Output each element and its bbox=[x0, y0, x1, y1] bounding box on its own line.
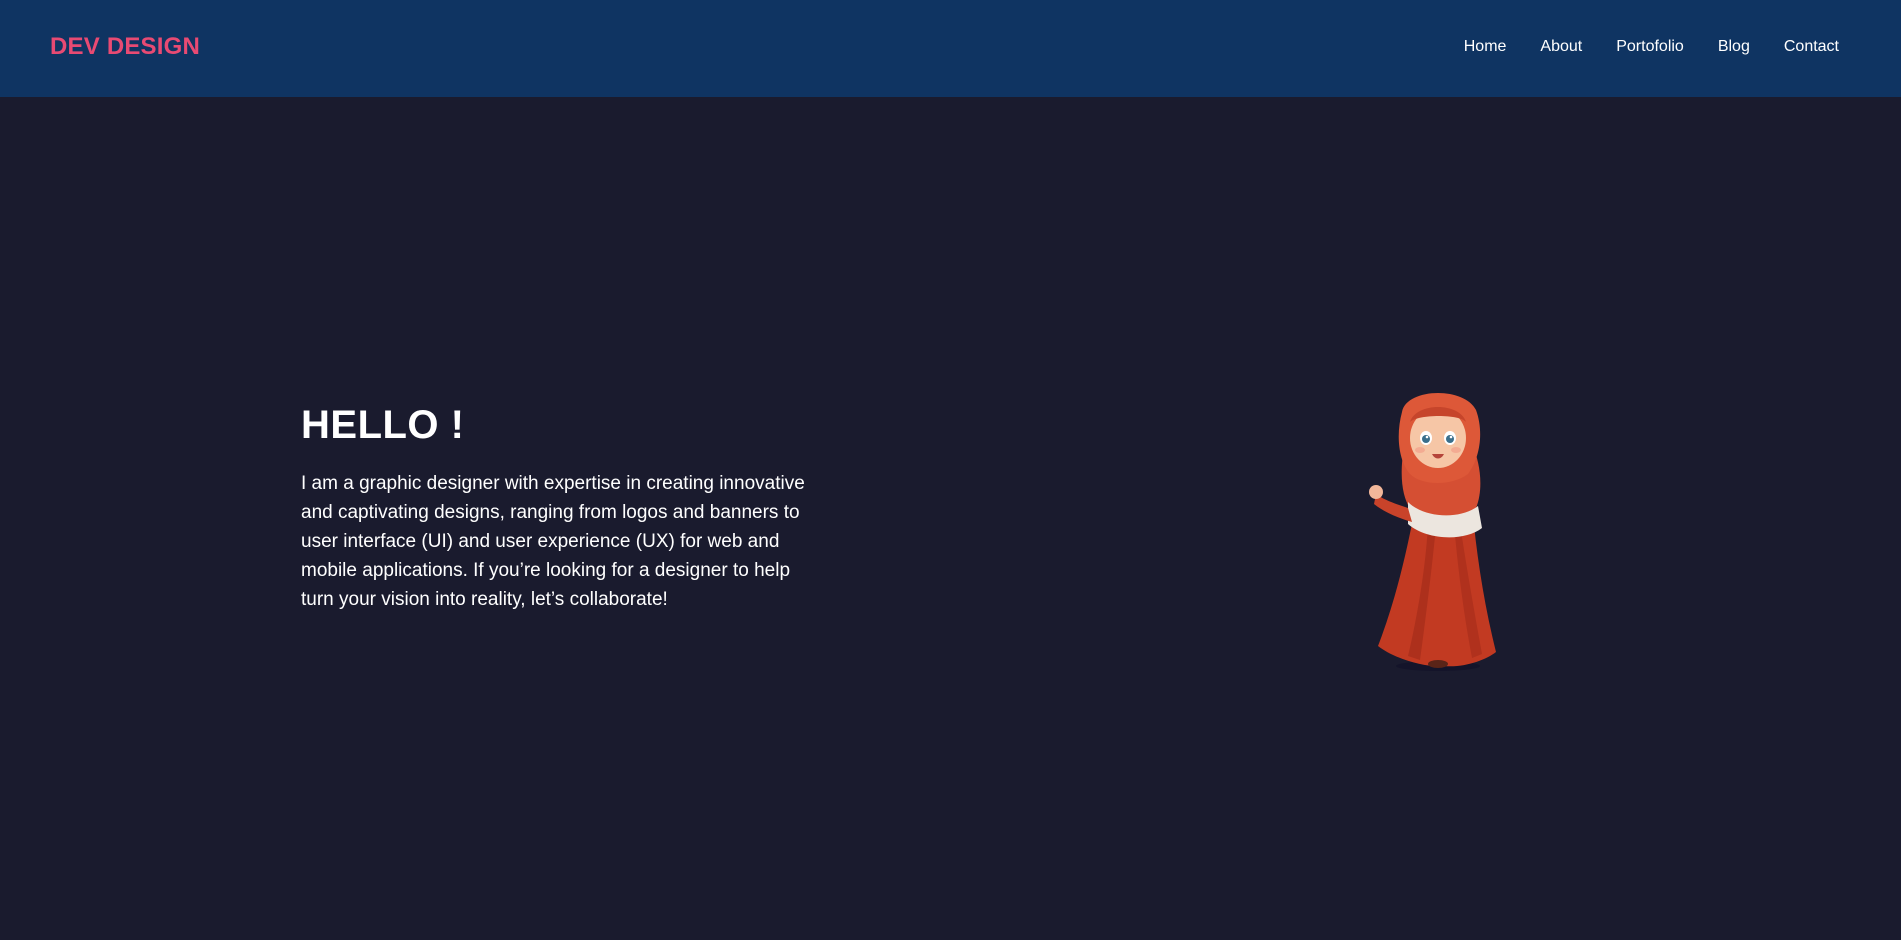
illustration-cheek-right bbox=[1451, 447, 1461, 453]
hero-section: HELLO ! I am a graphic designer with exp… bbox=[0, 97, 1901, 940]
nav-link-about[interactable]: About bbox=[1540, 38, 1582, 56]
illustration-foot bbox=[1428, 660, 1448, 668]
hero-text-block: HELLO ! I am a graphic designer with exp… bbox=[301, 403, 811, 614]
nav-link-home[interactable]: Home bbox=[1464, 38, 1507, 56]
illustration-hand bbox=[1369, 485, 1383, 499]
hero-title: HELLO ! bbox=[301, 403, 465, 447]
illustration-cheek-left bbox=[1415, 447, 1425, 453]
site-logo[interactable]: DEV DESIGN bbox=[50, 33, 200, 61]
navbar: DEV DESIGN Home About Portofolio Blog Co… bbox=[0, 0, 1901, 97]
hero-description: I am a graphic designer with expertise i… bbox=[301, 473, 805, 610]
main-nav: Home About Portofolio Blog Contact bbox=[1430, 38, 1839, 56]
girl-hijab-illustration bbox=[1369, 392, 1496, 671]
nav-link-contact[interactable]: Contact bbox=[1784, 38, 1839, 56]
nav-link-portofolio[interactable]: Portofolio bbox=[1616, 38, 1684, 56]
nav-link-blog[interactable]: Blog bbox=[1718, 38, 1750, 56]
